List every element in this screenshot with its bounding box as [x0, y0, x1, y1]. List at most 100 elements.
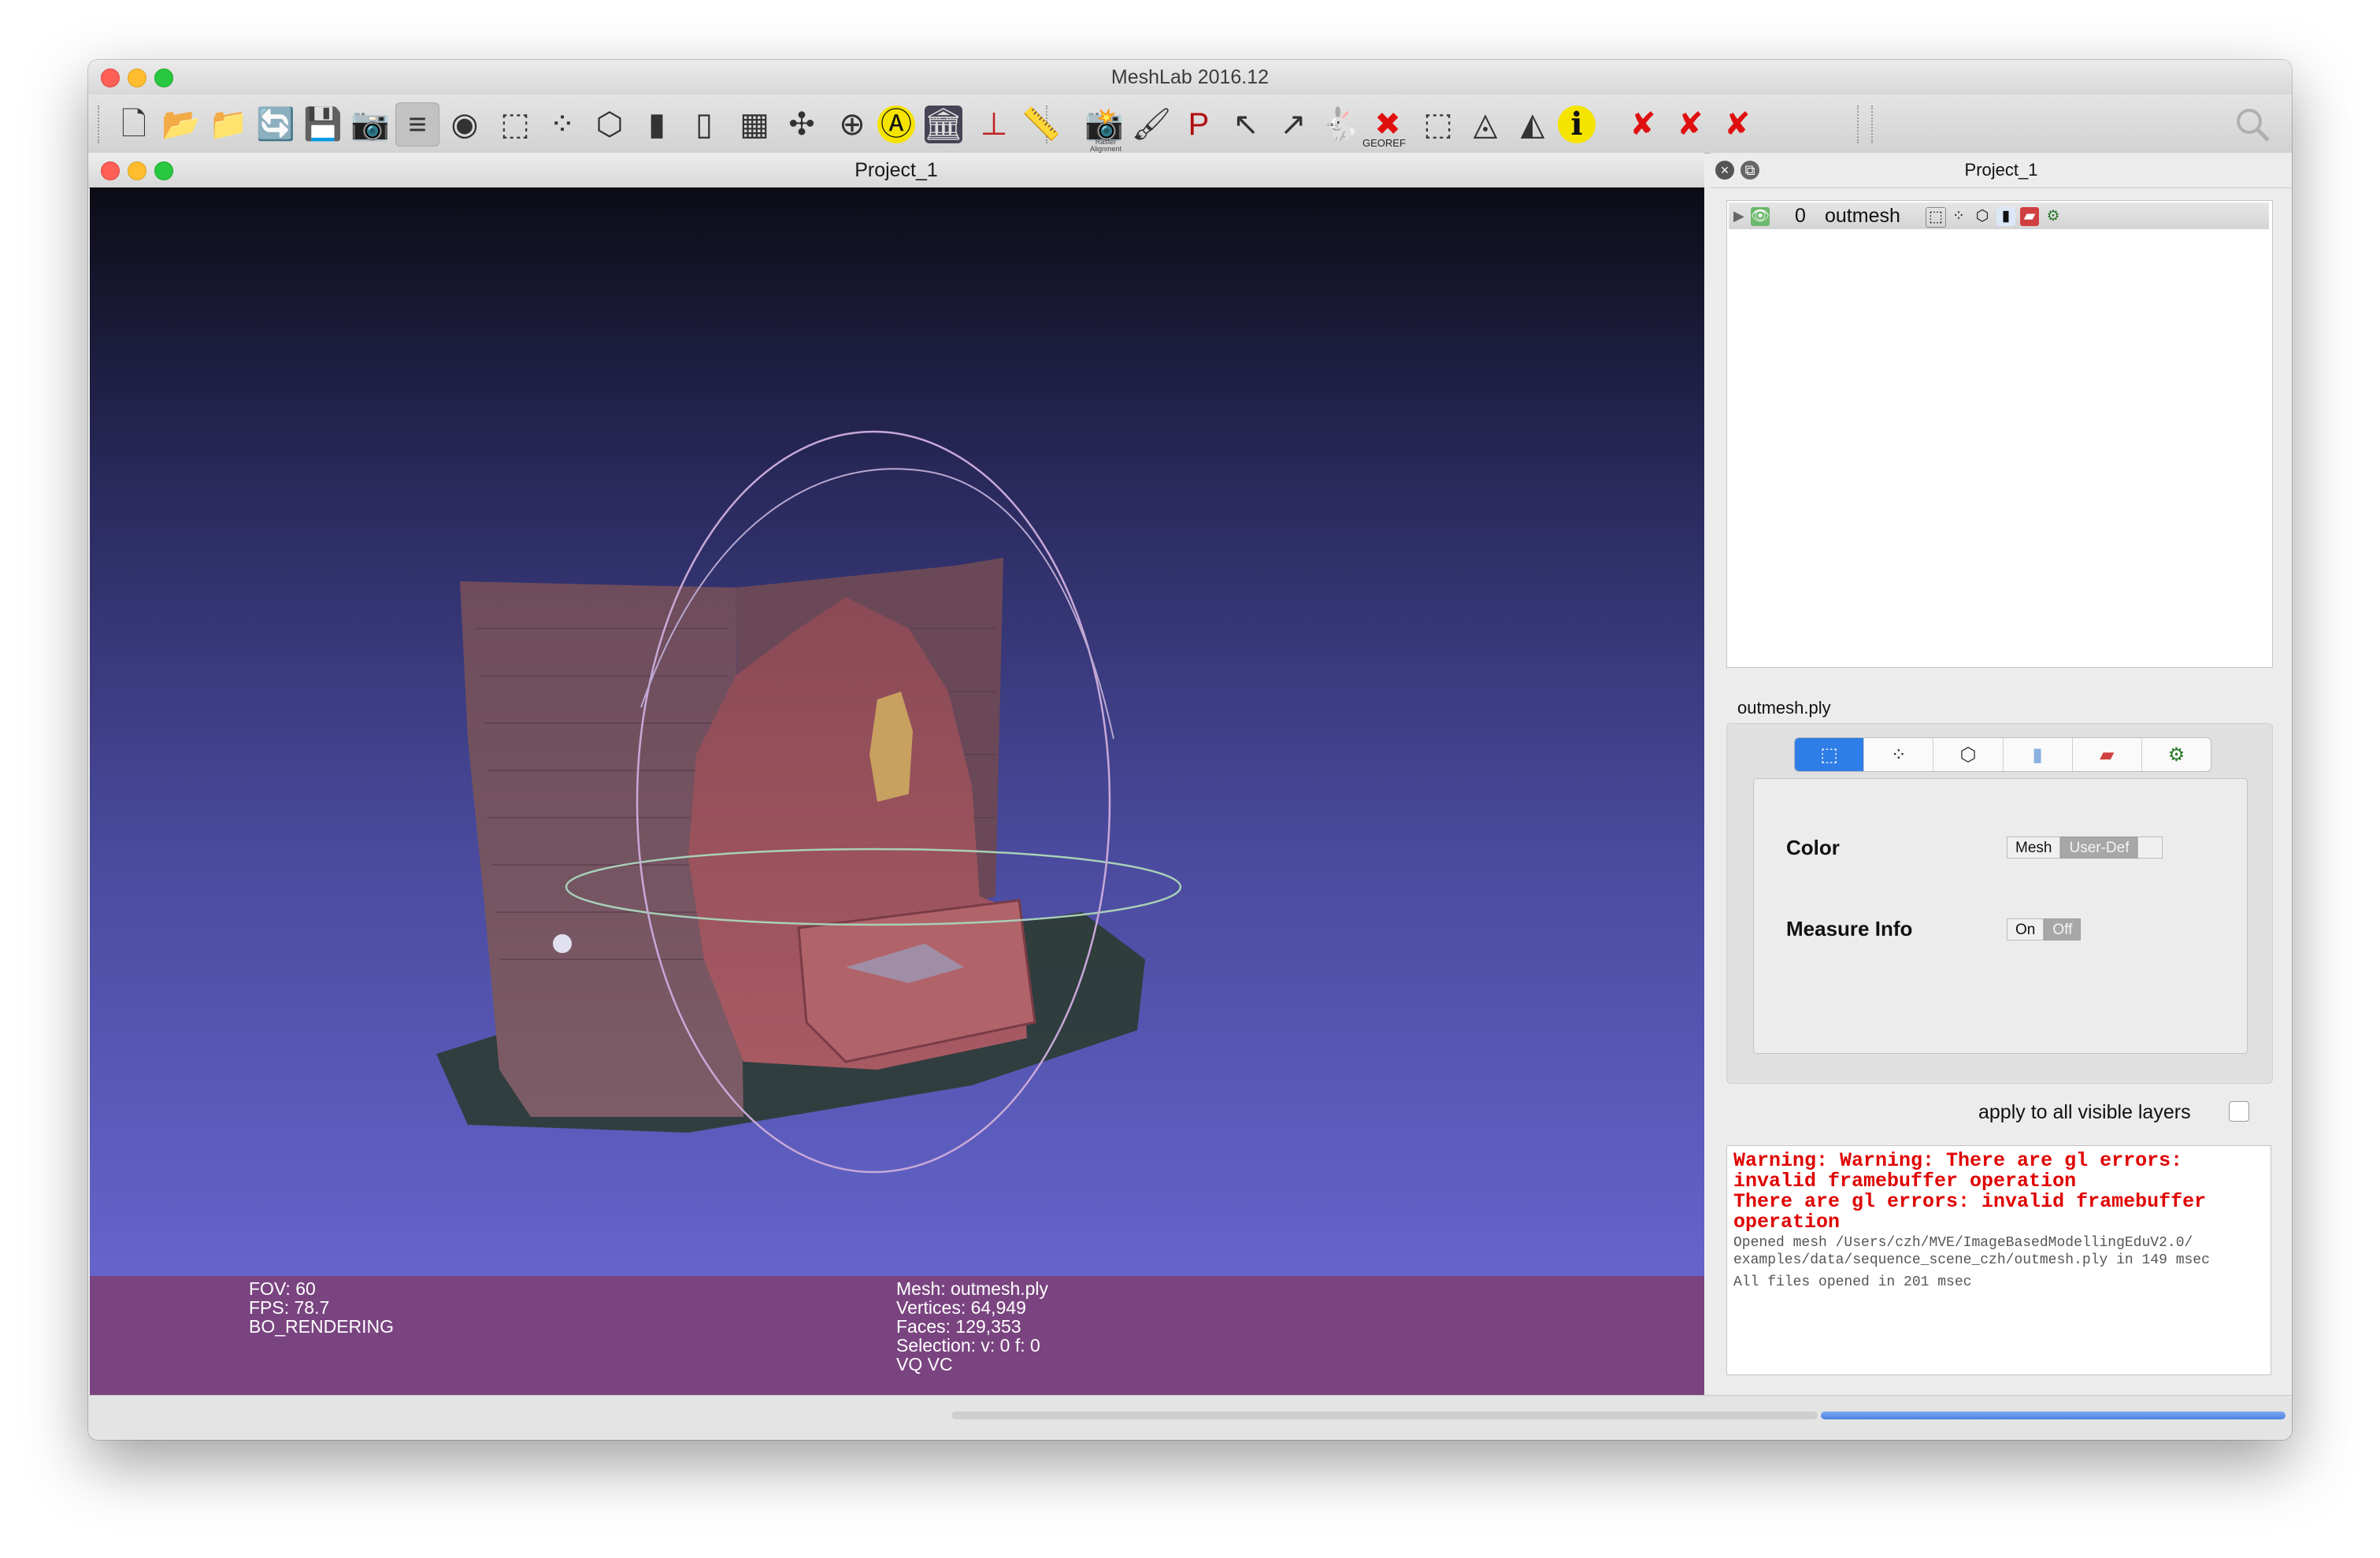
select-connected-icon[interactable]: ◬: [1463, 102, 1507, 147]
raster-alignment-label: Raster Alignment: [1089, 138, 1122, 153]
bunny-icon[interactable]: 🐇: [1318, 102, 1362, 147]
points-icon: ⁘: [1890, 744, 1907, 766]
layer-bbox-icon[interactable]: ⬚: [1926, 207, 1946, 228]
tab-solid[interactable]: ▮: [2004, 738, 2073, 771]
cube-icon: ⬚: [1820, 744, 1838, 766]
smooth-render-icon[interactable]: ▮: [635, 102, 679, 147]
log-info-line: Opened mesh /Users/czh/MVE/ImageBasedMod…: [1733, 1235, 2193, 1251]
export-mesh-icon[interactable]: 💾: [301, 102, 345, 147]
info-icon[interactable]: ℹ: [1558, 106, 1596, 143]
align-icon[interactable]: Ⓐ: [877, 106, 915, 143]
main-toolbar: 🗋 📂 📁 🔄 💾 📷 ≡ ◉ ⬚ ⁘ ⬡ ▮ ▯ ▦ ✣ ⊕ Ⓐ 🏛 ⊥ 📏 📸 🖌 P ↖ ↗ 🐇 ✖ ⬚ ◬ ◭ ℹ ✘ ✘ ✘ GEOREF…: [88, 95, 2292, 154]
delete-selected-icon[interactable]: ✘: [1715, 102, 1759, 147]
manipulator-icon[interactable]: ⊥: [972, 102, 1016, 147]
subwindow-minimize-button[interactable]: [128, 161, 146, 180]
layer-texture-icon[interactable]: ▰: [2020, 207, 2039, 226]
tab-texture[interactable]: ▰: [2073, 738, 2142, 771]
reload-icon[interactable]: 🔄: [254, 102, 298, 147]
select-vertices-icon[interactable]: ↖: [1224, 102, 1268, 147]
select-region-icon[interactable]: ◭: [1511, 102, 1555, 147]
close-window-button[interactable]: [101, 69, 120, 87]
color-userdef-option[interactable]: User-Def: [2060, 836, 2138, 859]
paint-icon[interactable]: 🖌: [1129, 102, 1173, 147]
apply-all-label: apply to all visible layers: [1978, 1101, 2191, 1123]
tab-options[interactable]: ⚙: [2142, 738, 2211, 771]
log-warning-line: operation: [1733, 1211, 1841, 1233]
subwindow-zoom-button[interactable]: [154, 161, 173, 180]
color-swatch[interactable]: [2137, 836, 2163, 859]
layer-index: 0: [1795, 205, 1806, 227]
horizontal-scrollbar[interactable]: [951, 1411, 1818, 1419]
render-panel-label: outmesh.ply: [1737, 698, 1831, 718]
layer-list: ▶ 👁 0 outmesh ⬚ ⁘ ⬡ ▮ ▰ ⚙: [1726, 200, 2273, 668]
log-warning-line: invalid framebuffer operation: [1733, 1170, 2077, 1193]
bbox-render-icon[interactable]: ⬚: [493, 102, 537, 147]
flat-render-icon[interactable]: ▯: [682, 102, 726, 147]
measure-on-option[interactable]: On: [2007, 918, 2045, 940]
layer-panel-title: Project_1: [1964, 160, 2038, 180]
zoom-window-button[interactable]: [154, 69, 173, 87]
measure-toggle[interactable]: On Off: [2007, 918, 2082, 940]
wireframe-render-icon[interactable]: ⬡: [588, 102, 632, 147]
points-render-icon[interactable]: ⁘: [540, 102, 584, 147]
tab-points[interactable]: ⁘: [1864, 738, 1934, 771]
log-info-line: examples/data/sequence_scene_czh/outmesh…: [1733, 1252, 2210, 1268]
color-label: Color: [1786, 836, 1840, 859]
search-icon[interactable]: [2230, 102, 2274, 147]
expand-arrow-icon[interactable]: ▶: [1733, 202, 1744, 229]
snapshot-icon[interactable]: 📷: [348, 102, 392, 147]
tab-wireframe[interactable]: ⬡: [1933, 738, 2004, 771]
window-title: MeshLab 2016.12: [1110, 66, 1270, 88]
open-project-icon[interactable]: 📂: [159, 102, 203, 147]
grid-icon[interactable]: ▦: [732, 102, 777, 147]
status-bar: [88, 1395, 2292, 1440]
georef-label: GEOREF: [1362, 137, 1406, 149]
texture-icon[interactable]: 🏛: [924, 106, 963, 143]
progress-bar: [1821, 1411, 2285, 1419]
select-faces-icon[interactable]: ↗: [1271, 102, 1315, 147]
title-bar: MeshLab 2016.12: [88, 60, 2292, 95]
mesh-info: Mesh: outmesh.ply Vertices: 64,949 Faces…: [896, 1279, 1048, 1374]
apply-all-checkbox[interactable]: [2229, 1101, 2249, 1122]
layer-points-icon[interactable]: ⁘: [1949, 207, 1968, 226]
layer-name: outmesh: [1825, 205, 1900, 227]
trackball-icon[interactable]: ⊕: [830, 102, 874, 147]
visibility-eye-icon[interactable]: 👁: [1751, 207, 1770, 226]
layer-row[interactable]: ▶ 👁 0 outmesh ⬚ ⁘ ⬡ ▮ ▰ ⚙: [1729, 202, 2269, 229]
texture-icon: ▰: [2100, 744, 2115, 766]
vertices-readout: Vertices: 64,949: [896, 1297, 1026, 1318]
pickpoints-icon[interactable]: P: [1177, 102, 1221, 147]
delete-vertices-icon[interactable]: ✘: [1621, 102, 1665, 147]
log-info-line: All files opened in 201 msec: [1733, 1274, 1972, 1290]
layer-wire-icon[interactable]: ⬡: [1973, 207, 1992, 226]
subwindow-title: Project_1: [855, 159, 938, 181]
new-project-icon[interactable]: 🗋: [112, 102, 156, 147]
raster-view-icon[interactable]: ◉: [443, 102, 487, 147]
measure-off-option[interactable]: Off: [2044, 918, 2082, 940]
layer-panel-header: × ⧉ Project_1: [1711, 153, 2292, 188]
tab-bbox[interactable]: ⬚: [1795, 738, 1865, 771]
render-info: FOV: 60 FPS: 78.7 BO_RENDERING: [249, 1279, 394, 1336]
render-mode-readout: BO_RENDERING: [249, 1316, 395, 1337]
axes-icon[interactable]: ✣: [780, 102, 824, 147]
select-rect-icon[interactable]: ⬚: [1416, 102, 1460, 147]
delete-faces-icon[interactable]: ✘: [1668, 102, 1712, 147]
subwindow-close-button[interactable]: [101, 161, 120, 180]
import-mesh-icon[interactable]: 📁: [206, 102, 250, 147]
layer-smooth-icon[interactable]: ▮: [1996, 207, 2015, 226]
panel-float-button[interactable]: ⧉: [1741, 161, 1759, 180]
color-toggle[interactable]: Mesh User-Def: [2007, 836, 2163, 859]
project-subwindow-titlebar: Project_1: [88, 153, 1704, 188]
toolbar-grip[interactable]: [98, 106, 101, 143]
measure-icon[interactable]: 📏: [1019, 102, 1063, 147]
layer-options-icon[interactable]: ⚙: [2044, 207, 2063, 226]
render-mode-tabs: ⬚ ⁘ ⬡ ▮ ▰ ⚙: [1794, 737, 2211, 772]
viewport-info-bar: FOV: 60 FPS: 78.7 BO_RENDERING Mesh: out…: [90, 1276, 1704, 1396]
layers-icon[interactable]: ≡: [395, 102, 439, 147]
fps-readout: FPS: 78.7: [249, 1297, 330, 1318]
minimize-window-button[interactable]: [128, 69, 146, 87]
panel-close-button[interactable]: ×: [1715, 161, 1734, 180]
mesh-render: [436, 430, 1182, 1174]
3d-viewport[interactable]: FOV: 60 FPS: 78.7 BO_RENDERING Mesh: out…: [90, 187, 1704, 1396]
color-mesh-option[interactable]: Mesh: [2007, 836, 2061, 859]
